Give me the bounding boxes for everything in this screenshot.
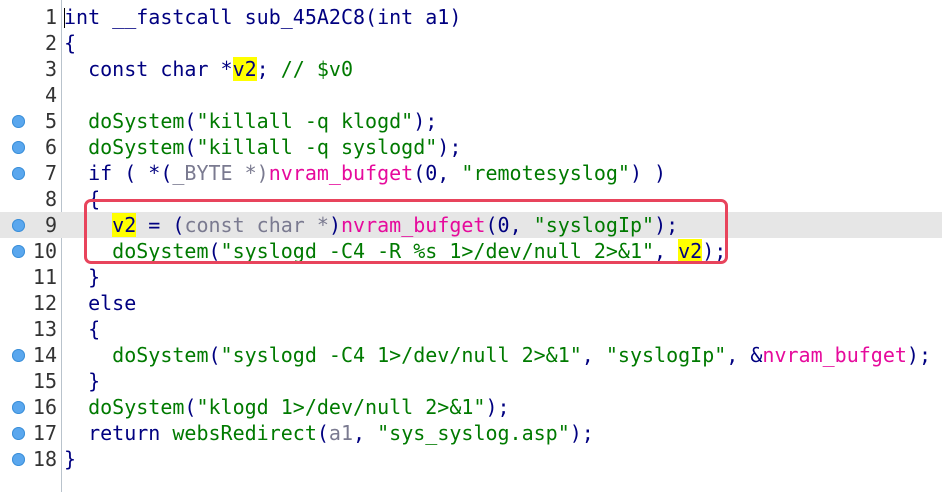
code-text[interactable]: }	[64, 446, 76, 472]
code-token: (	[208, 343, 221, 367]
code-token: {	[64, 317, 101, 341]
code-token: ) )	[629, 161, 667, 185]
code-token: , &	[726, 343, 763, 367]
code-text[interactable]: {	[64, 316, 100, 342]
code-text[interactable]: if ( *(_BYTE *)nvram_bufget(0, "remotesy…	[64, 160, 666, 186]
code-token: {	[64, 31, 77, 55]
line-number: 7	[44, 161, 57, 185]
line-number: 6	[44, 135, 57, 159]
code-token: "remotesyslog"	[461, 161, 630, 185]
code-text[interactable]: doSystem("klogd 1>/dev/null 2>&1");	[64, 394, 510, 420]
code-text[interactable]: const char *v2; // $v0	[64, 56, 353, 82]
code-token: "killall -q klogd"	[196, 109, 414, 133]
line-number: 18	[32, 447, 57, 471]
code-line-7[interactable]: 7 if ( *(_BYTE *)nvram_bufget(0, "remote…	[0, 160, 942, 186]
code-token: ;	[256, 57, 281, 81]
line-number: 3	[44, 57, 57, 81]
code-token: }	[64, 369, 101, 393]
code-token: doSystem	[88, 109, 185, 133]
code-line-13[interactable]: 13 {	[0, 316, 942, 342]
code-token: (	[316, 421, 329, 445]
code-token: (	[184, 135, 197, 159]
code-token: (	[184, 395, 197, 419]
code-token: doSystem	[88, 135, 185, 159]
line-number: 13	[32, 317, 57, 341]
line-number: 11	[32, 265, 57, 289]
line-number: 9	[44, 213, 57, 237]
code-token: return	[64, 421, 173, 445]
code-line-5[interactable]: 5 doSystem("killall -q klogd");	[0, 108, 942, 134]
line-number: 17	[32, 421, 57, 445]
code-token: ,	[581, 343, 606, 367]
import-call-token: nvram_bufget	[762, 343, 907, 367]
code-text[interactable]: doSystem("killall -q syslogd");	[64, 134, 461, 160]
line-number: 4	[44, 83, 57, 107]
text-caret	[64, 8, 65, 28]
code-line-16[interactable]: 16 doSystem("klogd 1>/dev/null 2>&1");	[0, 394, 942, 420]
code-text[interactable]: int __fastcall sub_45A2C8(int a1)	[64, 4, 461, 30]
code-token: doSystem	[88, 395, 185, 419]
code-token: );	[569, 421, 594, 445]
code-line-17[interactable]: 17 return websRedirect(a1, "sys_syslog.a…	[0, 420, 942, 446]
code-token: );	[437, 135, 462, 159]
code-token: "syslogIp"	[605, 343, 727, 367]
code-token: doSystem	[112, 343, 209, 367]
code-token: websRedirect	[172, 421, 317, 445]
code-token: (	[184, 109, 197, 133]
code-token: const char *	[64, 57, 233, 81]
code-token: (0,	[413, 161, 462, 185]
code-token: a1	[328, 421, 354, 445]
code-token: );	[906, 343, 932, 367]
annotation-highlight-box	[84, 199, 728, 264]
code-text[interactable]: doSystem("syslogd -C4 1>/dev/null 2>&1",…	[64, 342, 931, 368]
code-token: );	[413, 109, 438, 133]
code-token: }	[64, 447, 77, 471]
code-line-14[interactable]: 14 doSystem("syslogd -C4 1>/dev/null 2>&…	[0, 342, 942, 368]
code-line-6[interactable]: 6 doSystem("killall -q syslogd");	[0, 134, 942, 160]
line-number: 8	[44, 187, 57, 211]
code-line-2[interactable]: 2{	[0, 30, 942, 56]
line-number: 1	[44, 5, 57, 29]
code-line-4[interactable]: 4	[0, 82, 942, 108]
code-token: "sys_syslog.asp"	[377, 421, 570, 445]
code-text[interactable]: }	[64, 368, 100, 394]
code-token: // $v0	[280, 57, 354, 81]
line-number: 10	[32, 239, 57, 263]
code-line-12[interactable]: 12 else	[0, 290, 942, 316]
code-line-18[interactable]: 18}	[0, 446, 942, 472]
line-number: 16	[32, 395, 57, 419]
line-number: 15	[32, 369, 57, 393]
code-text[interactable]: }	[64, 264, 100, 290]
code-line-3[interactable]: 3 const char *v2; // $v0	[0, 56, 942, 82]
line-number: 14	[32, 343, 57, 367]
code-token: );	[485, 395, 510, 419]
code-text[interactable]: doSystem("killall -q klogd");	[64, 108, 437, 134]
line-number: 12	[32, 291, 57, 315]
variable-token: v2	[232, 57, 257, 81]
code-text[interactable]: {	[64, 30, 76, 56]
line-number: 2	[44, 31, 57, 55]
code-token: int __fastcall sub_45A2C8(int a1)	[64, 5, 462, 29]
code-line-11[interactable]: 11 }	[0, 264, 942, 290]
line-number: 5	[44, 109, 57, 133]
code-line-15[interactable]: 15 }	[0, 368, 942, 394]
code-text[interactable]: else	[64, 290, 136, 316]
code-token: _BYTE	[172, 161, 233, 185]
code-token: if ( *(	[64, 161, 173, 185]
code-token: "syslogd -C4 1>/dev/null 2>&1"	[220, 343, 582, 367]
code-token: }	[64, 265, 101, 289]
code-token: else	[64, 291, 137, 315]
code-text[interactable]: return websRedirect(a1, "sys_syslog.asp"…	[64, 420, 594, 446]
code-token: "killall -q syslogd"	[196, 135, 438, 159]
code-token: ,	[353, 421, 378, 445]
code-line-1[interactable]: 1 int __fastcall sub_45A2C8(int a1)	[0, 4, 942, 30]
import-call-token: nvram_bufget	[268, 161, 414, 185]
code-token: "klogd 1>/dev/null 2>&1"	[196, 395, 486, 419]
code-token: *)	[232, 161, 269, 185]
